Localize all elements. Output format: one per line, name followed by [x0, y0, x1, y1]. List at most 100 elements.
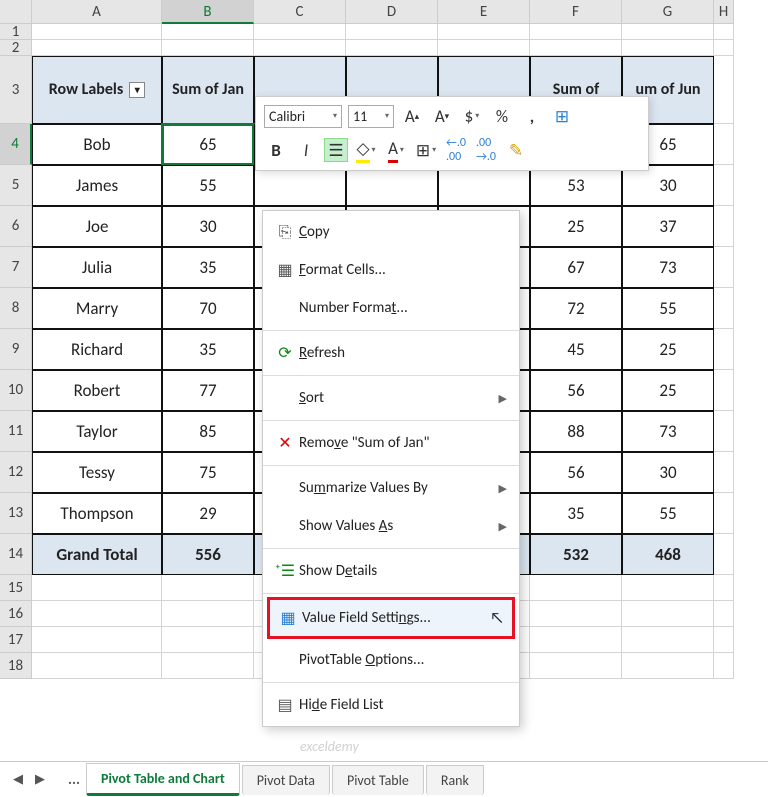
- cell[interactable]: [530, 601, 622, 627]
- pivot-row-label[interactable]: Richard: [32, 329, 162, 370]
- cell[interactable]: [32, 601, 162, 627]
- cell[interactable]: [714, 370, 734, 411]
- cell[interactable]: [714, 601, 734, 627]
- cell[interactable]: [162, 24, 254, 40]
- row-header-6[interactable]: 6: [0, 206, 32, 247]
- row-header-17[interactable]: 17: [0, 627, 32, 653]
- pivot-row-label[interactable]: Thompson: [32, 493, 162, 534]
- cell[interactable]: [714, 165, 734, 206]
- row-header-3[interactable]: 3: [0, 56, 32, 124]
- pivot-value[interactable]: 30: [622, 165, 714, 206]
- pivot-value[interactable]: 45: [530, 329, 622, 370]
- col-header-A[interactable]: A: [32, 0, 162, 24]
- row-header-8[interactable]: 8: [0, 288, 32, 329]
- pivot-value[interactable]: 85: [162, 411, 254, 452]
- menu-refresh[interactable]: ⟳ Refresh: [263, 334, 519, 372]
- align-center-icon[interactable]: ☰: [324, 138, 348, 162]
- pivot-row-label[interactable]: Robert: [32, 370, 162, 411]
- pivot-row-label[interactable]: Bob: [32, 124, 162, 165]
- pivot-row-labels-header[interactable]: Row Labels ▾: [32, 56, 162, 124]
- col-header-G[interactable]: G: [622, 0, 714, 24]
- row-header-7[interactable]: 7: [0, 247, 32, 288]
- pivot-value[interactable]: 67: [530, 247, 622, 288]
- menu-number-format[interactable]: Number Format...: [263, 289, 519, 327]
- pivot-value[interactable]: 25: [622, 329, 714, 370]
- decrease-font-icon[interactable]: A▾: [430, 104, 454, 128]
- menu-summarize[interactable]: Summarize Values By ▶: [263, 469, 519, 507]
- sheet-tab[interactable]: Pivot Data: [242, 765, 330, 795]
- pivot-value[interactable]: 55: [622, 288, 714, 329]
- row-header-4[interactable]: 4: [0, 124, 32, 165]
- sheet-tab-active[interactable]: Pivot Table and Chart: [86, 763, 240, 796]
- cell[interactable]: [162, 653, 254, 679]
- pivot-grand-total[interactable]: 556: [162, 534, 254, 575]
- pivot-row-label[interactable]: Joe: [32, 206, 162, 247]
- cell[interactable]: [714, 534, 734, 575]
- increase-font-icon[interactable]: A▴: [400, 104, 424, 128]
- cell[interactable]: [530, 24, 622, 40]
- pivot-value[interactable]: 56: [530, 370, 622, 411]
- pivot-value[interactable]: 88: [530, 411, 622, 452]
- merge-center-icon[interactable]: ⊞: [550, 104, 574, 128]
- menu-hide-field-list[interactable]: ▤ Hide Field List: [263, 686, 519, 724]
- fill-color-icon[interactable]: ◇▾: [354, 138, 378, 162]
- col-header-H[interactable]: H: [714, 0, 734, 24]
- pivot-value[interactable]: 35: [162, 247, 254, 288]
- cell[interactable]: [714, 627, 734, 653]
- pivot-grand-total[interactable]: 468: [622, 534, 714, 575]
- cell[interactable]: [714, 411, 734, 452]
- pivot-value[interactable]: 25: [530, 206, 622, 247]
- select-all-corner[interactable]: [0, 0, 32, 24]
- cell[interactable]: [346, 40, 438, 56]
- cell[interactable]: [162, 575, 254, 601]
- pivot-value[interactable]: 70: [162, 288, 254, 329]
- menu-copy[interactable]: ⎘ Copy: [263, 213, 519, 251]
- pivot-value[interactable]: 37: [622, 206, 714, 247]
- decrease-decimal-icon[interactable]: .00→.0: [474, 138, 498, 162]
- cell[interactable]: [714, 40, 734, 56]
- cell[interactable]: [162, 601, 254, 627]
- pivot-value[interactable]: 29: [162, 493, 254, 534]
- format-painter-icon[interactable]: ✎: [504, 138, 528, 162]
- pivot-value[interactable]: 25: [622, 370, 714, 411]
- pivot-value[interactable]: 56: [530, 452, 622, 493]
- sheet-tab[interactable]: Pivot Table: [332, 765, 424, 795]
- cell[interactable]: [32, 653, 162, 679]
- cell[interactable]: [622, 24, 714, 40]
- pivot-value[interactable]: [254, 165, 346, 206]
- pivot-grand-total[interactable]: 532: [530, 534, 622, 575]
- cell[interactable]: [714, 288, 734, 329]
- cell[interactable]: [714, 124, 734, 165]
- cell[interactable]: [32, 627, 162, 653]
- pivot-value[interactable]: [438, 165, 530, 206]
- row-header-9[interactable]: 9: [0, 329, 32, 370]
- cell[interactable]: [622, 653, 714, 679]
- comma-format-icon[interactable]: ,: [520, 104, 544, 128]
- font-color-icon[interactable]: A▾: [384, 138, 408, 162]
- pivot-value[interactable]: 53: [530, 165, 622, 206]
- cell[interactable]: [32, 40, 162, 56]
- pivot-value-selected[interactable]: 65: [162, 124, 254, 165]
- cell[interactable]: [530, 627, 622, 653]
- cell[interactable]: [714, 24, 734, 40]
- cell[interactable]: [32, 24, 162, 40]
- row-header-12[interactable]: 12: [0, 452, 32, 493]
- cell[interactable]: [162, 40, 254, 56]
- tab-ellipsis[interactable]: ...: [62, 771, 86, 789]
- row-header-13[interactable]: 13: [0, 493, 32, 534]
- col-header-F[interactable]: F: [530, 0, 622, 24]
- cell[interactable]: [714, 206, 734, 247]
- col-header-E[interactable]: E: [438, 0, 530, 24]
- pivot-value[interactable]: 35: [162, 329, 254, 370]
- pivot-value[interactable]: 55: [162, 165, 254, 206]
- cell[interactable]: [254, 40, 346, 56]
- pivot-value[interactable]: 30: [622, 452, 714, 493]
- col-header-C[interactable]: C: [254, 0, 346, 24]
- menu-show-values[interactable]: Show Values As ▶: [263, 507, 519, 545]
- pivot-row-label[interactable]: Taylor: [32, 411, 162, 452]
- cell[interactable]: [32, 575, 162, 601]
- accounting-format-icon[interactable]: $▾: [460, 104, 484, 128]
- tab-nav-prev-icon[interactable]: ◀: [8, 770, 28, 790]
- pivot-row-label[interactable]: Tessy: [32, 452, 162, 493]
- row-header-15[interactable]: 15: [0, 575, 32, 601]
